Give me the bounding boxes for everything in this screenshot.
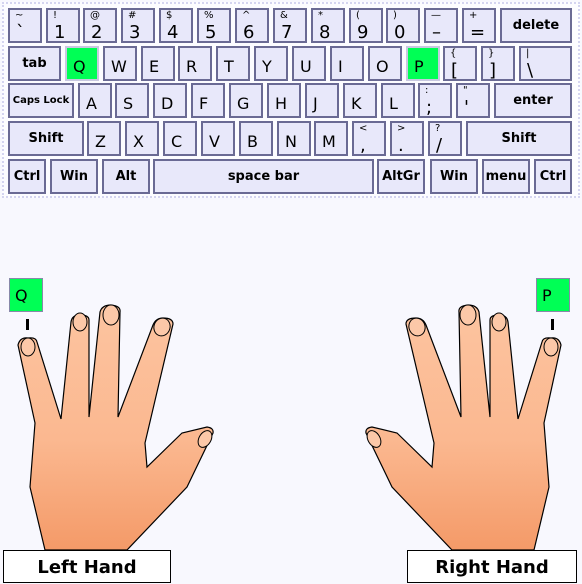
right-target-key-label: P bbox=[542, 286, 552, 305]
right-hand-label: Right Hand bbox=[407, 550, 577, 583]
left-hand bbox=[17, 304, 216, 551]
right-hand bbox=[363, 304, 562, 551]
left-hand-label: Left Hand bbox=[3, 550, 171, 583]
left-target-key: Q bbox=[9, 278, 43, 312]
left-pinky-pointer bbox=[26, 319, 29, 330]
right-pinky-pointer bbox=[551, 319, 554, 330]
left-target-key-label: Q bbox=[15, 286, 28, 305]
hands-illustration bbox=[17, 304, 562, 551]
right-target-key: P bbox=[536, 278, 570, 312]
